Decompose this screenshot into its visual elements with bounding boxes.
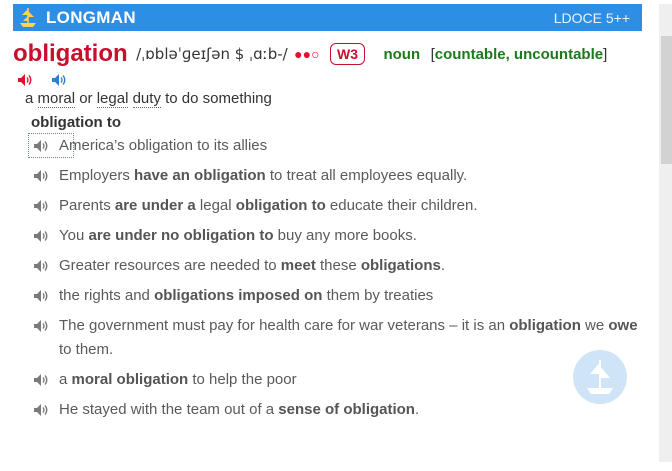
example-highlight: obligations imposed on [154, 287, 323, 304]
example-fragment: these [315, 257, 361, 274]
speaker-gray-icon[interactable] [33, 403, 49, 417]
frequency-badge: W3 [330, 43, 366, 65]
example-fragment: . [440, 257, 446, 274]
example-fragment: we [580, 317, 609, 334]
example-highlight: sense of obligation [278, 401, 415, 418]
speaker-red-icon[interactable] [17, 73, 33, 87]
example-highlight: moral obligation [71, 371, 189, 388]
definition: a moral or legal duty to do something [25, 90, 272, 108]
example-highlight: meet [280, 257, 316, 274]
example-text: the rights and obligations imposed on th… [59, 284, 643, 308]
app-header: LONGMAN LDOCE 5++ [13, 4, 642, 31]
speaker-gray-icon[interactable] [33, 319, 49, 333]
example-text: Employers have an obligation to treat al… [59, 164, 643, 188]
speaker-gray-icon[interactable] [33, 199, 49, 213]
example-sentence: You are under no obligation to buy any m… [33, 224, 643, 248]
example-sentence: Parents are under a legal obligation to … [33, 194, 643, 218]
speaker-gray-icon[interactable] [33, 169, 49, 183]
pronunciation-audio [17, 71, 81, 89]
example-fragment: Parents [59, 197, 115, 214]
speaker-blue-icon[interactable] [51, 73, 67, 87]
speaker-gray-icon[interactable] [33, 373, 49, 387]
edition-label: LDOCE 5++ [553, 10, 630, 26]
definition-link-moral[interactable]: moral [37, 90, 76, 108]
example-fragment: buy any more books. [273, 227, 417, 244]
speaker-gray-icon[interactable] [33, 259, 49, 273]
frequency-dots-filled: ●● [294, 46, 312, 62]
example-sentence: a moral obligation to help the poor [33, 368, 643, 392]
example-sentence: The government must pay for health care … [33, 314, 643, 362]
example-fragment: America’s obligation to its allies [59, 137, 268, 154]
example-highlight: obligations [360, 257, 441, 274]
example-highlight: obligation [509, 317, 581, 334]
ship-logo-icon [20, 8, 36, 27]
example-highlight: are under no obligation to [88, 227, 274, 244]
example-fragment: Employers [59, 167, 135, 184]
example-text: America’s obligation to its allies [59, 134, 643, 158]
definition-text: or [79, 90, 93, 107]
example-sentence: Employers have an obligation to treat al… [33, 164, 643, 188]
example-highlight: owe [608, 317, 638, 334]
speaker-gray-icon[interactable] [33, 229, 49, 243]
definition-link-legal[interactable]: legal [96, 90, 129, 108]
example-text: You are under no obligation to buy any m… [59, 224, 643, 248]
example-fragment: to treat all employees equally. [265, 167, 468, 184]
collocation-heading: obligation to [31, 114, 121, 131]
headword: obligation [13, 40, 128, 67]
frequency-dots-empty: ○ [311, 46, 320, 62]
example-fragment: to them. [59, 341, 114, 358]
scrollbar-thumb[interactable] [661, 36, 672, 164]
definition-text: a [25, 90, 34, 107]
pronunciation: /ˌɒbləˈɡeɪʃən $ ˌɑːb-/ [136, 45, 288, 63]
example-fragment: legal [195, 197, 236, 214]
example-highlight: have an obligation [134, 167, 266, 184]
ship-watermark-icon [587, 360, 613, 394]
example-highlight: are under a [114, 197, 196, 214]
example-fragment: to help the poor [188, 371, 297, 388]
watermark-logo [573, 350, 627, 404]
grammar-label: [countable, uncountable] [430, 45, 608, 63]
example-fragment: a [59, 371, 72, 388]
grammar-text: countable, uncountable [434, 45, 604, 63]
example-fragment: . [414, 401, 420, 418]
speaker-gray-icon[interactable] [33, 289, 49, 303]
definition-link-duty[interactable]: duty [132, 90, 161, 108]
example-sentence: America’s obligation to its allies [33, 134, 643, 158]
brand-name: LONGMAN [46, 8, 136, 27]
example-sentence: He stayed with the team out of a sense o… [33, 398, 643, 422]
example-highlight: obligation to [235, 197, 326, 214]
example-sentence: Greater resources are needed to meet the… [33, 254, 643, 278]
example-fragment: The government must pay for health care … [59, 317, 510, 334]
example-fragment: the rights and [59, 287, 155, 304]
example-fragment: You [59, 227, 89, 244]
example-sentence: the rights and obligations imposed on th… [33, 284, 643, 308]
example-fragment: them by treaties [322, 287, 434, 304]
example-fragment: educate their children. [325, 197, 478, 214]
example-text: Greater resources are needed to meet the… [59, 254, 643, 278]
example-fragment: He stayed with the team out of a [59, 401, 279, 418]
example-fragment: Greater resources are needed to [59, 257, 281, 274]
definition-text: to do something [165, 90, 272, 107]
part-of-speech: noun [383, 45, 421, 63]
headword-line: obligation /ˌɒbləˈɡeɪʃən $ ˌɑːb-/ ●●○ W3… [13, 40, 607, 70]
frequency-dots: ●●○ [294, 46, 319, 62]
example-text: The government must pay for health care … [59, 314, 643, 362]
example-text: a moral obligation to help the poor [59, 368, 643, 392]
example-text: Parents are under a legal obligation to … [59, 194, 643, 218]
example-text: He stayed with the team out of a sense o… [59, 398, 643, 422]
speaker-gray-icon[interactable] [33, 139, 49, 153]
